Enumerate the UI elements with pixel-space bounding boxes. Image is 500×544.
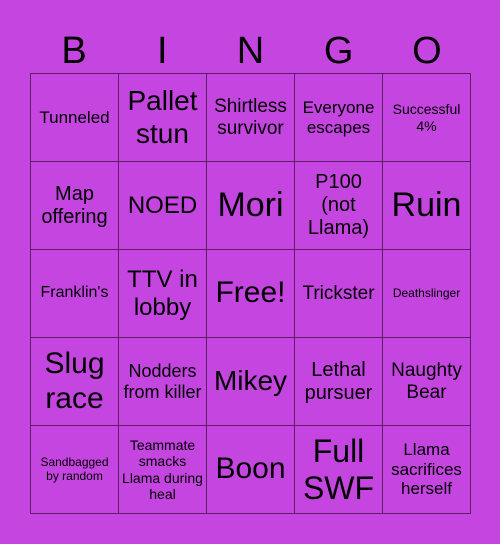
bingo-cell[interactable]: Tunneled <box>31 74 119 162</box>
bingo-cell[interactable]: Naughty Bear <box>383 338 471 426</box>
bingo-cell[interactable]: Everyone escapes <box>295 74 383 162</box>
bingo-cell[interactable]: Shirtless survivor <box>207 74 295 162</box>
bingo-cell[interactable]: Trickster <box>295 250 383 338</box>
bingo-cell[interactable]: Franklin's <box>31 250 119 338</box>
bingo-cell[interactable]: Sandbagged by random <box>31 426 119 514</box>
bingo-cell[interactable]: Ruin <box>383 162 471 250</box>
bingo-cell[interactable]: Deathslinger <box>383 250 471 338</box>
bingo-header: B I N G O <box>30 30 471 72</box>
bingo-cell[interactable]: Pallet stun <box>119 74 207 162</box>
bingo-cell[interactable]: Lethal pursuer <box>295 338 383 426</box>
bingo-cell[interactable]: Map offering <box>31 162 119 250</box>
header-letter-b: B <box>61 30 87 72</box>
bingo-cell[interactable]: NOED <box>119 162 207 250</box>
header-letter-o: O <box>412 30 442 72</box>
bingo-cell[interactable]: TTV in lobby <box>119 250 207 338</box>
bingo-cell[interactable]: Mori <box>207 162 295 250</box>
bingo-cell[interactable]: Mikey <box>207 338 295 426</box>
bingo-cell[interactable]: Nodders from killer <box>119 338 207 426</box>
bingo-cell[interactable]: Successful 4% <box>383 74 471 162</box>
bingo-cell[interactable]: Full SWF <box>295 426 383 514</box>
header-letter-i: I <box>157 30 168 72</box>
free-space-cell[interactable]: Free! <box>207 250 295 338</box>
bingo-cell[interactable]: Teammate smacks Llama during heal <box>119 426 207 514</box>
bingo-cell[interactable]: Llama sacrifices herself <box>383 426 471 514</box>
bingo-cell[interactable]: P100 (not Llama) <box>295 162 383 250</box>
header-letter-g: G <box>323 30 354 72</box>
bingo-grid: Tunneled Pallet stun Shirtless survivor Eve… <box>30 73 471 514</box>
header-letter-n: N <box>236 30 265 72</box>
bingo-cell[interactable]: Slug race <box>31 338 119 426</box>
bingo-cell[interactable]: Boon <box>207 426 295 514</box>
